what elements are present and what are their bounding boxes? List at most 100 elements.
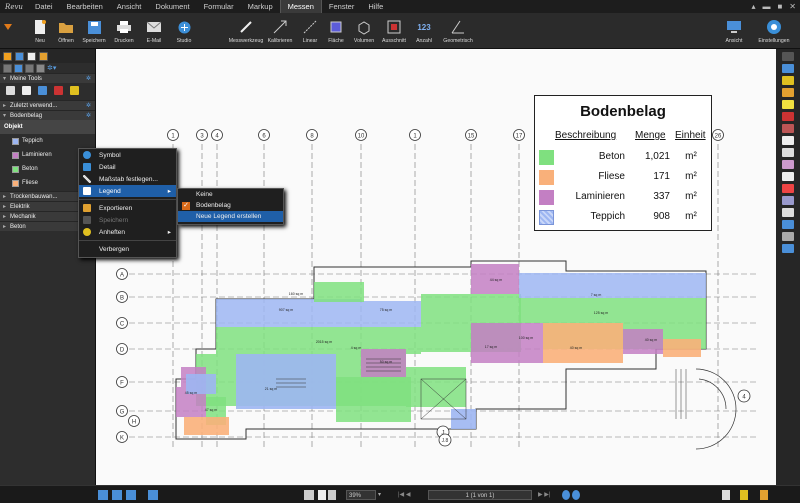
area-beton[interactable]	[314, 282, 364, 302]
area-teppich[interactable]	[216, 299, 361, 327]
maximize-icon[interactable]: ■	[777, 2, 782, 11]
menu-fenster[interactable]: Fenster	[322, 0, 361, 13]
bodenbelag-gear-icon[interactable]: ✲	[86, 111, 91, 121]
app-logo[interactable]: Revu	[0, 0, 28, 13]
count-button[interactable]: 123 Anzahl	[410, 17, 438, 45]
geometric-button[interactable]: Geometrisch	[440, 17, 476, 44]
user-icon[interactable]	[722, 490, 730, 500]
menu-bearbeiten[interactable]: Bearbeiten	[60, 0, 110, 13]
zoom-level-input[interactable]: 39%	[346, 490, 376, 500]
menu-formular[interactable]: Formular	[197, 0, 241, 13]
rectangle-tool-icon[interactable]	[782, 172, 794, 181]
add-icon[interactable]	[14, 63, 23, 73]
text-tool-icon[interactable]	[782, 64, 794, 73]
menu-hilfe[interactable]: Hilfe	[361, 0, 390, 13]
lock-icon[interactable]	[760, 490, 768, 500]
polygon-tool-icon[interactable]	[782, 208, 794, 217]
tool-marker-icon[interactable]	[38, 86, 47, 95]
section-bodenbelag[interactable]: ▾ Bodenbelag ✲	[0, 110, 95, 120]
callout-tool-icon[interactable]	[782, 88, 794, 97]
menu-dokument[interactable]: Dokument	[148, 0, 196, 13]
tab-thumbnails[interactable]	[27, 51, 36, 61]
menu-datei[interactable]: Datei	[28, 0, 60, 13]
area-fliese[interactable]	[663, 339, 701, 357]
note-tool-icon[interactable]	[782, 76, 794, 85]
polyline-tool-icon[interactable]	[782, 160, 794, 169]
forward-icon[interactable]	[572, 490, 580, 500]
quick-menu-arrow-icon[interactable]	[4, 24, 12, 30]
back-icon[interactable]	[562, 490, 570, 500]
menu-markup[interactable]: Markup	[241, 0, 280, 13]
edit-icon[interactable]	[36, 63, 45, 73]
open-button[interactable]: Öffnen	[52, 17, 80, 44]
cutout-button[interactable]: Ausschnitt	[380, 17, 408, 44]
area-fliese[interactable]	[184, 417, 229, 435]
menu-item-set-scale[interactable]: Maßstab festlegen...	[79, 173, 176, 185]
tool-red-pen-icon[interactable]	[54, 86, 63, 95]
notification-icon[interactable]	[740, 490, 748, 500]
menu-messen[interactable]: Messen	[279, 0, 322, 13]
eraser-tool-icon[interactable]	[782, 124, 794, 133]
gear-icon[interactable]: ✲▾	[47, 64, 56, 72]
measure-tool-icon[interactable]	[782, 244, 794, 253]
area-teppich[interactable]	[361, 301, 421, 327]
menu-item-symbol[interactable]: Symbol	[79, 149, 176, 161]
menu-item-pin[interactable]: Anheften ▸	[79, 226, 176, 238]
menu-item-legend[interactable]: Legend ▸	[79, 185, 176, 197]
first-prev-page-icons[interactable]: |◀ ◀	[398, 490, 422, 500]
pen-tool-icon[interactable]	[782, 112, 794, 121]
area-laminieren[interactable]	[471, 323, 543, 363]
email-button[interactable]: E-Mail	[140, 17, 168, 44]
area-beton[interactable]	[336, 377, 411, 422]
split-view-icon[interactable]	[148, 490, 158, 500]
studio-button[interactable]: Studio	[170, 17, 198, 44]
tool-highlighter-icon[interactable]	[22, 86, 31, 95]
zoom-dropdown-icon[interactable]: ▾	[378, 490, 386, 500]
menu-item-export[interactable]: Exportieren	[79, 202, 176, 214]
single-page-icon[interactable]	[98, 490, 108, 500]
collapse-icon[interactable]: ▴	[751, 2, 755, 11]
arrow-tool-icon[interactable]	[782, 148, 794, 157]
tab-tool-chest[interactable]	[3, 51, 12, 61]
next-last-page-icons[interactable]: ▶ ▶|	[538, 490, 560, 500]
section-recent[interactable]: ▸ Zuletzt verwend... ✲	[0, 100, 95, 110]
highlight-tool-icon[interactable]	[782, 100, 794, 109]
lock-icon[interactable]	[25, 63, 34, 73]
volume-button[interactable]: Volumen	[350, 17, 378, 44]
view-button[interactable]: Ansicht	[720, 17, 748, 44]
submenu-item-bodenbelag[interactable]: ✓ Bodenbelag	[178, 200, 283, 211]
submenu-item-new-legend[interactable]: Neue Legend erstellen	[178, 211, 283, 222]
shape-tool-icon[interactable]	[782, 184, 794, 193]
tool-teppich[interactable]: Teppich	[0, 134, 95, 148]
ellipse-tool-icon[interactable]	[782, 196, 794, 205]
measure-tool-button[interactable]: Messwerkzeug	[228, 17, 264, 44]
close-icon[interactable]: ✕	[789, 2, 796, 11]
page-number-input[interactable]: 1 (1 von 1)	[428, 490, 532, 500]
submenu-item-none[interactable]: Keine	[178, 189, 283, 200]
area-fliese[interactable]	[543, 323, 623, 363]
section-gear-icon[interactable]: ✲	[86, 74, 91, 84]
new-button[interactable]: Neu	[26, 17, 54, 44]
menu-item-detail[interactable]: Detail	[79, 161, 176, 173]
document-canvas[interactable]: 1 3 4 6 8 10 1 15 17 26 A B C D F G K H 160 sq m 907 sq m…	[96, 49, 776, 485]
continuous-icon[interactable]	[112, 490, 122, 500]
linear-button[interactable]: Linear	[296, 17, 324, 44]
area-beton[interactable]	[519, 298, 706, 323]
print-button[interactable]: Drucken	[110, 17, 138, 44]
stamp-tool-icon[interactable]	[782, 232, 794, 241]
tab-properties[interactable]	[15, 51, 24, 61]
area-teppich[interactable]	[236, 354, 336, 409]
count-tool-icon[interactable]	[782, 220, 794, 229]
save-button[interactable]: Speichern	[80, 17, 108, 44]
zoom-icon[interactable]	[328, 490, 336, 500]
settings-button[interactable]: Einstellungen	[754, 17, 794, 44]
pan-icon[interactable]	[304, 490, 314, 500]
tool-pen-icon[interactable]	[6, 86, 15, 95]
tab-markups[interactable]	[39, 51, 48, 61]
line-tool-icon[interactable]	[782, 136, 794, 145]
select-icon[interactable]	[318, 490, 326, 500]
tool-note-icon[interactable]	[70, 86, 79, 95]
menu-item-hide[interactable]: Verbergen	[79, 243, 176, 255]
grid-view-icon[interactable]	[3, 63, 12, 73]
calibrate-button[interactable]: Kalibrieren	[266, 17, 294, 44]
